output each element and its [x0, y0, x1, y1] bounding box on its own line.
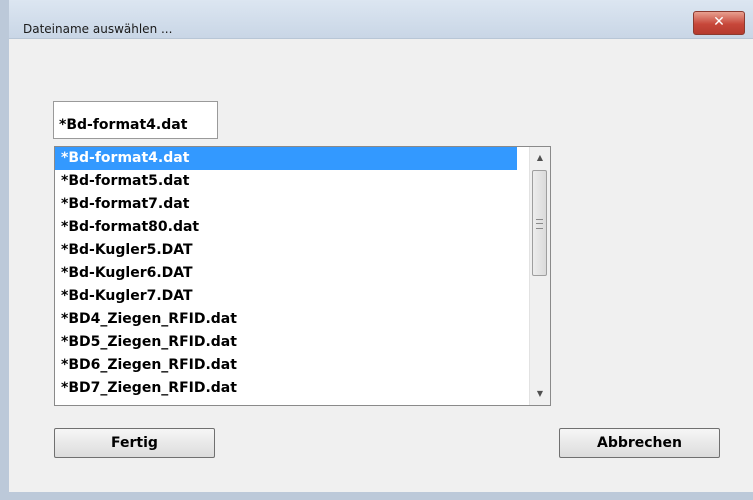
title-bar[interactable]: Dateiname auswählen ... ✕ — [9, 0, 753, 39]
list-item[interactable]: *Bd-format4.dat — [55, 147, 517, 170]
dialog-window: Dateiname auswählen ... ✕ *Bd-format4.da… — [0, 0, 753, 500]
scroll-thumb[interactable] — [532, 170, 547, 276]
window-border-bottom — [9, 492, 753, 500]
close-icon: ✕ — [713, 14, 725, 30]
list-item[interactable]: *Bd-format80.dat — [55, 216, 517, 239]
grip-icon — [536, 219, 543, 229]
list-item[interactable]: *BD4_Ziegen_RFID.dat — [55, 308, 517, 331]
window-title: Dateiname auswählen ... — [23, 22, 173, 36]
list-item[interactable]: *BD5_Ziegen_RFID.dat — [55, 331, 517, 354]
list-item[interactable]: *BD7_Ziegen_RFID.dat — [55, 377, 517, 400]
filename-field[interactable] — [53, 101, 218, 139]
scrollbar[interactable]: ▲ ▼ — [529, 147, 550, 405]
list-item[interactable]: *Bd-Kugler6.DAT — [55, 262, 517, 285]
scroll-down-icon[interactable]: ▼ — [530, 385, 550, 403]
file-list-items: *Bd-format4.dat *Bd-format5.dat *Bd-format… — [55, 147, 517, 400]
list-item[interactable]: *Bd-format7.dat — [55, 193, 517, 216]
list-item[interactable]: *Bd-Kugler5.DAT — [55, 239, 517, 262]
list-item[interactable]: *BD6_Ziegen_RFID.dat — [55, 354, 517, 377]
list-item[interactable]: *Bd-Kugler7.DAT — [55, 285, 517, 308]
list-item[interactable]: *Bd-format5.dat — [55, 170, 517, 193]
scroll-up-icon[interactable]: ▲ — [530, 149, 550, 167]
cancel-button[interactable]: Abbrechen — [559, 428, 720, 458]
fertig-button[interactable]: Fertig — [54, 428, 215, 458]
file-list[interactable]: *Bd-format4.dat *Bd-format5.dat *Bd-format… — [54, 146, 551, 406]
close-button[interactable]: ✕ — [693, 11, 745, 35]
